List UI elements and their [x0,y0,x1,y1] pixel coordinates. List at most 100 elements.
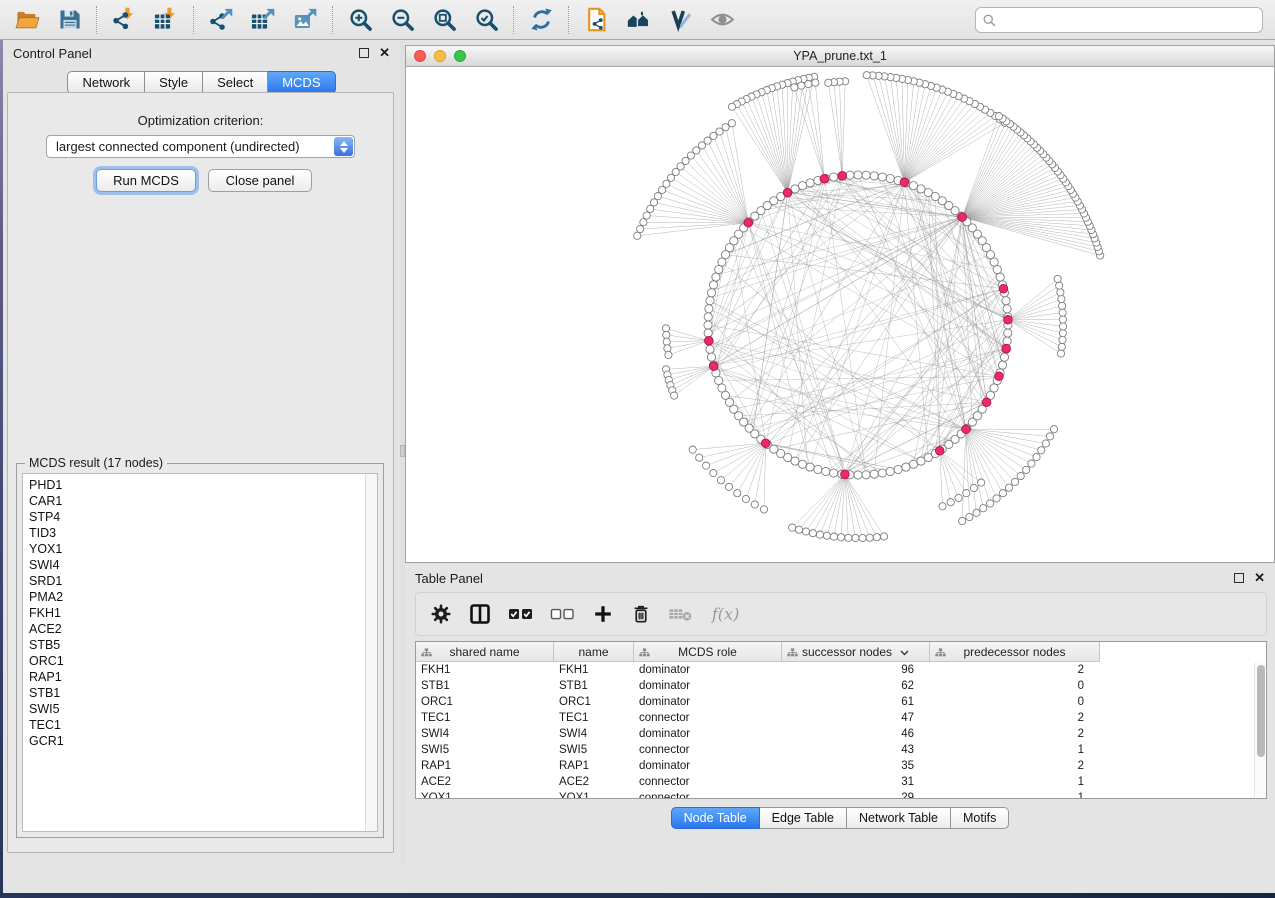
search-icon [982,13,997,28]
search-input[interactable] [1001,13,1256,28]
column-header-successor-nodes[interactable]: successor nodes [782,642,930,662]
mcds-result-item[interactable]: GCR1 [29,733,377,749]
column-header-MCDS-role[interactable]: MCDS role [634,642,782,662]
tab-mcds[interactable]: MCDS [268,71,335,94]
mcds-result-item[interactable]: FKH1 [29,605,377,621]
gear-icon[interactable] [430,597,452,631]
save-session-icon[interactable] [48,3,90,37]
table-row[interactable]: ORC1ORC1dominator610 [416,694,1266,710]
table-row[interactable]: STB1STB1dominator620 [416,678,1266,694]
mcds-result-item[interactable]: RAP1 [29,669,377,685]
table-row[interactable]: TEC1TEC1connector472 [416,710,1266,726]
tab-network[interactable]: Network [67,71,145,94]
mcds-result-list[interactable]: PHD1CAR1STP4TID3YOX1SWI4SRD1PMA2FKH1ACE2… [22,473,378,832]
cell-predecessor-nodes: 0 [930,694,1100,710]
mcds-result-item[interactable]: YOX1 [29,541,377,557]
import-network-icon[interactable] [103,3,145,37]
toolbar-separator [513,6,514,34]
zoom-in-icon[interactable] [339,3,381,37]
import-table-icon[interactable] [145,3,187,37]
eye-icon[interactable] [701,3,743,37]
deselect-all-icon[interactable] [550,597,576,631]
column-header-shared-name[interactable]: shared name [416,642,554,662]
mcds-result-item[interactable]: STP4 [29,509,377,525]
tab-motifs[interactable]: Motifs [951,807,1009,829]
mcds-result-item[interactable]: SWI4 [29,557,377,573]
column-header-name[interactable]: name [554,642,634,662]
zoom-selected-icon[interactable] [465,3,507,37]
network-document-icon[interactable] [575,3,617,37]
mcds-result-item[interactable]: CAR1 [29,493,377,509]
zoom-fit-icon[interactable] [423,3,465,37]
first-neighbors-icon[interactable] [617,3,659,37]
float-table-panel-button[interactable] [1234,573,1244,583]
refresh-layout-icon[interactable] [520,3,562,37]
table-panel-title: Table Panel [415,571,483,586]
network-canvas[interactable] [406,67,1274,562]
select-stepper-icon[interactable] [334,137,353,156]
mcds-result-item[interactable]: PHD1 [29,477,377,493]
cell-predecessor-nodes: 1 [930,742,1100,758]
cell-predecessor-nodes: 1 [930,790,1100,799]
tab-network-table[interactable]: Network Table [847,807,951,829]
zoom-out-icon[interactable] [381,3,423,37]
tab-select[interactable]: Select [203,71,268,94]
export-network-icon[interactable] [200,3,242,37]
graphics-details-icon[interactable] [659,3,701,37]
mcds-result-item[interactable]: SRD1 [29,573,377,589]
cell-shared-name: STB1 [416,678,554,694]
search-box[interactable] [975,7,1263,33]
column-type-icon [421,647,432,661]
control-panel: Control Panel ✕ NetworkStyleSelectMCDS O… [3,40,400,865]
table-row[interactable]: SWI5SWI5connector431 [416,742,1266,758]
mcds-result-item[interactable]: TEC1 [29,717,377,733]
table-row[interactable]: ACE2ACE2connector311 [416,774,1266,790]
mcds-result-item[interactable]: STB5 [29,637,377,653]
table-row[interactable]: SWI4SWI4dominator462 [416,726,1266,742]
close-mcds-panel-button[interactable]: Close panel [208,169,312,192]
export-image-icon[interactable] [284,3,326,37]
column-header-predecessor-nodes[interactable]: predecessor nodes [930,642,1100,662]
cell-shared-name: FKH1 [416,662,554,678]
run-mcds-button[interactable]: Run MCDS [96,169,196,192]
mcds-result-item[interactable]: TID3 [29,525,377,541]
mcds-result-item[interactable]: ACE2 [29,621,377,637]
network-window-titlebar[interactable]: YPA_prune.txt_1 [406,46,1274,67]
export-table-icon[interactable] [242,3,284,37]
column-label: predecessor nodes [963,645,1065,659]
column-label: MCDS role [678,645,737,659]
mcds-result-item[interactable]: SWI5 [29,701,377,717]
table-row[interactable]: FKH1FKH1dominator962 [416,662,1266,678]
tab-style[interactable]: Style [145,71,203,94]
toolbar-separator [96,6,97,34]
mcds-result-item[interactable]: STB1 [29,685,377,701]
cell-MCDS-role: dominator [634,758,782,774]
split-columns-icon[interactable] [468,597,492,631]
mcds-list-scrollbar[interactable] [365,474,377,831]
add-column-icon[interactable] [592,597,614,631]
toolbar-separator [193,6,194,34]
mcds-result-item[interactable]: PMA2 [29,589,377,605]
column-type-icon [935,647,946,661]
open-file-icon[interactable] [6,3,48,37]
cell-successor-nodes: 46 [782,726,930,742]
float-panel-button[interactable] [359,48,369,58]
function-builder-icon: f(x) [710,597,742,631]
optimization-criterion-select[interactable]: largest connected component (undirected) [46,135,355,158]
cell-successor-nodes: 62 [782,678,930,694]
table-header-row: shared namename MCDS role successor nodes p… [416,642,1266,662]
table-row[interactable]: YOX1YOX1connector291 [416,790,1266,799]
node-table: shared namename MCDS role successor nodes p… [415,641,1267,799]
cell-successor-nodes: 96 [782,662,930,678]
select-all-icon[interactable] [508,597,534,631]
tab-edge-table[interactable]: Edge Table [760,807,847,829]
table-scrollbar[interactable] [1254,663,1265,797]
close-table-panel-button[interactable]: ✕ [1254,573,1265,583]
tab-node-table[interactable]: Node Table [671,807,760,829]
mcds-result-item[interactable]: ORC1 [29,653,377,669]
table-row[interactable]: RAP1RAP1dominator352 [416,758,1266,774]
delete-column-icon[interactable] [630,597,652,631]
main-toolbar [0,0,1275,40]
cell-predecessor-nodes: 2 [930,710,1100,726]
close-panel-button[interactable]: ✕ [379,48,390,58]
